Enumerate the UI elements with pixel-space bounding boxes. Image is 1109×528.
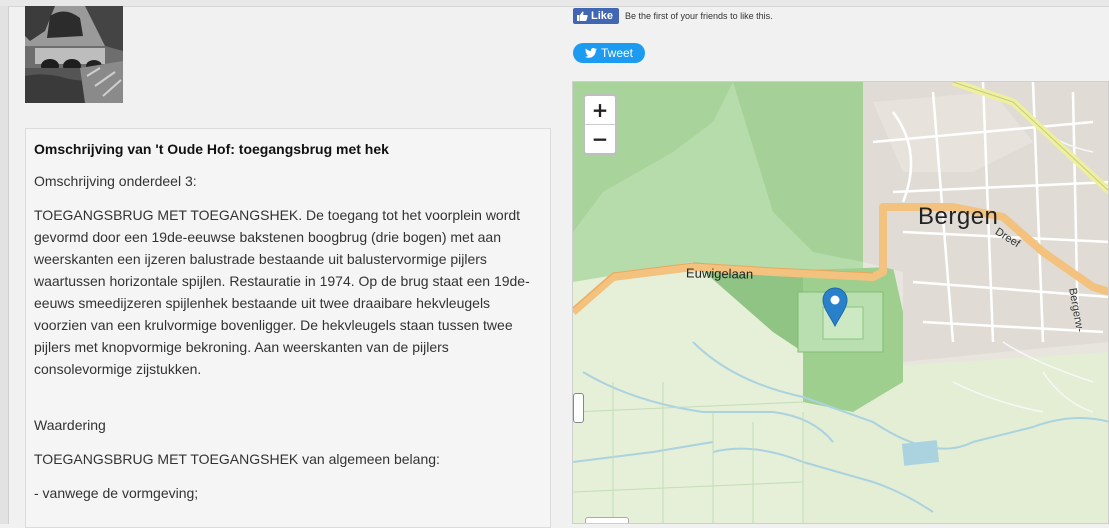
description-panel: Omschrijving van 't Oude Hof: toegangsbr… [25,128,551,528]
bridge-photo-thumbnail[interactable] [25,6,123,103]
description-body: TOEGANGSBRUG MET TOEGANGSHEK. De toegang… [34,207,530,377]
map-label-euwigelaan: Euwigelaan [685,265,754,282]
left-edge [0,6,9,524]
zoom-out-button[interactable]: − [585,124,615,153]
like-label: Like [591,10,614,22]
like-count-text: Be the first of your friends to like thi… [625,11,773,21]
map-label-bergen: Bergen [918,203,999,230]
waardering-reason-1: - vanwege de vormgeving; [34,485,199,501]
map-side-handle[interactable] [573,393,584,423]
tweet-button[interactable]: Tweet [573,43,645,63]
zoom-control: + − [583,94,617,155]
thumbs-up-icon [577,11,588,21]
description-subtitle: Omschrijving onderdeel 3: [34,173,197,189]
facebook-like-row: Like Be the first of your friends to lik… [573,8,773,24]
zoom-in-button[interactable]: + [585,96,615,124]
top-edge [0,0,1109,7]
tweet-label: Tweet [600,46,633,60]
description-title: Omschrijving van 't Oude Hof: toegangsbr… [34,141,389,157]
waardering-text: TOEGANGSBRUG MET TOEGANGSHEK van algemee… [34,451,440,467]
twitter-bird-icon [584,48,597,58]
facebook-like-button[interactable]: Like [573,8,620,24]
location-map[interactable]: Bergen Euwigelaan Dreef Bergerw- + − [572,81,1109,524]
bridge-photo-image [25,6,123,103]
waardering-heading: Waardering [34,417,106,433]
map-bottom-control[interactable] [585,517,629,523]
map-tiles [573,82,1108,523]
